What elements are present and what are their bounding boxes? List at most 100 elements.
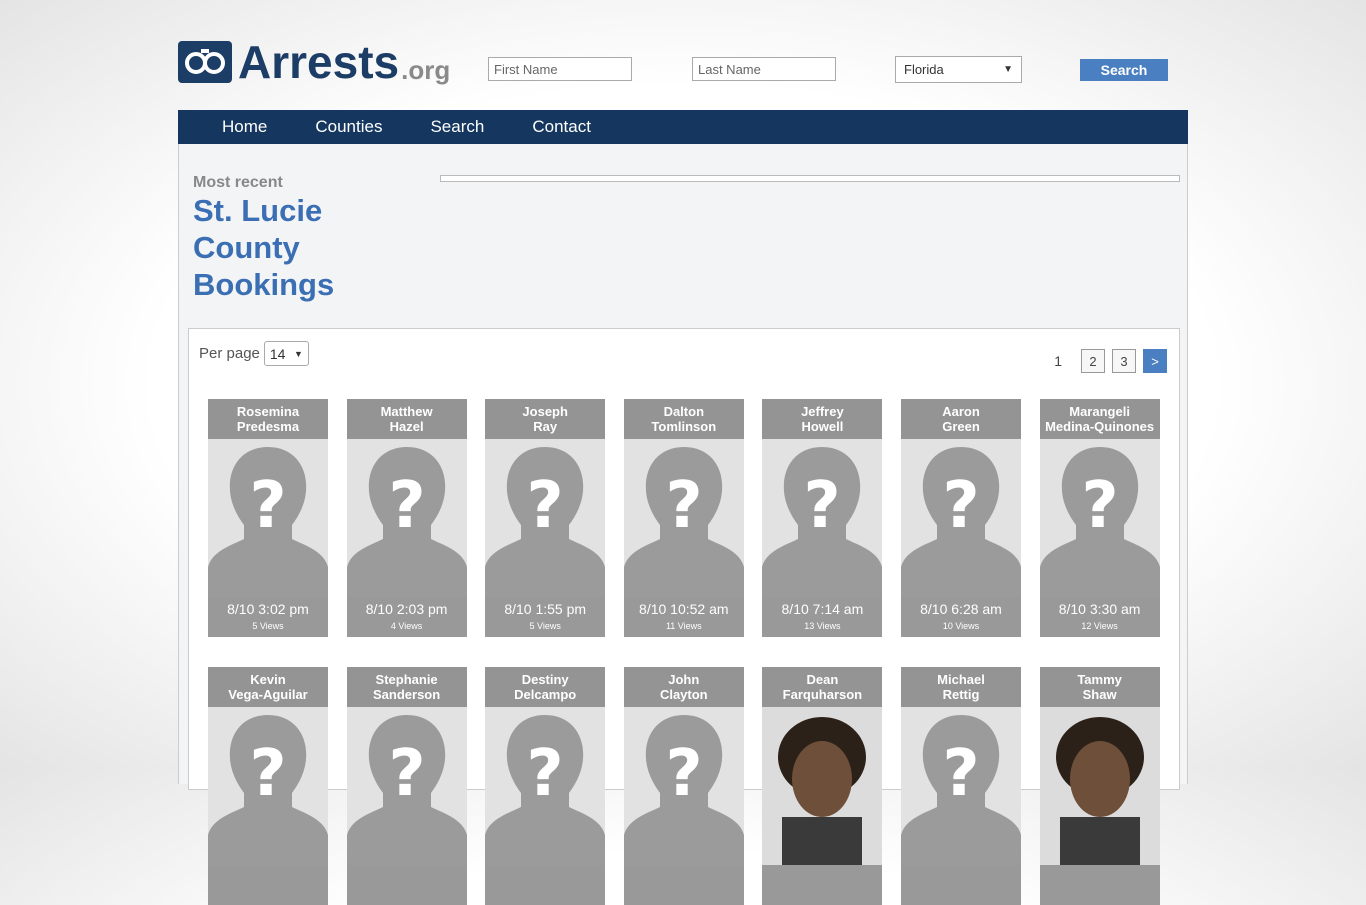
booking-card[interactable]: Aaron Green? 8/10 6:28 am 10 Views (901, 399, 1021, 637)
state-select[interactable]: Florida ▼ (895, 56, 1022, 83)
svg-text:?: ? (1081, 469, 1118, 543)
unknown-person-icon[interactable]: ? (485, 707, 606, 865)
nav-search[interactable]: Search (430, 117, 484, 137)
unknown-person-icon[interactable]: ? (346, 707, 467, 865)
booking-name[interactable]: Jeffrey Howell (762, 399, 883, 439)
booking-card[interactable]: Dean Farquharson (762, 667, 883, 905)
chevron-down-icon: ▼ (293, 348, 303, 359)
booking-first-name: Tammy (1077, 672, 1122, 687)
svg-text:?: ? (942, 737, 979, 811)
booking-card[interactable]: Destiny Delcampo? (485, 667, 606, 905)
next-page-button[interactable]: > (1143, 349, 1167, 373)
booking-time: 8/10 10:52 am (639, 601, 729, 617)
booking-last-name: Sanderson (373, 687, 441, 702)
unknown-person-icon[interactable]: ? (762, 439, 883, 597)
booking-last-name: Predesma (236, 419, 300, 434)
booking-first-name: Rosemina (236, 404, 300, 419)
unknown-person-icon[interactable]: ? (901, 707, 1021, 865)
booking-card[interactable]: Stephanie Sanderson? (346, 667, 467, 905)
svg-text:?: ? (804, 469, 841, 543)
booking-card[interactable]: Kevin Vega-Aguilar? (208, 667, 328, 905)
page-3-button[interactable]: 3 (1112, 349, 1136, 373)
booking-name[interactable]: Tammy Shaw (1039, 667, 1160, 707)
booking-card[interactable]: John Clayton? (623, 667, 744, 905)
last-name-input[interactable] (692, 57, 836, 81)
booking-card[interactable]: Dalton Tomlinson? 8/10 10:52 am 11 Views (623, 399, 744, 637)
svg-text:?: ? (527, 469, 564, 543)
booking-views: 11 Views (665, 621, 702, 631)
pagination: 1 2 3 > (1054, 349, 1167, 373)
booking-name[interactable]: Dean Farquharson (762, 667, 883, 707)
booking-time: 8/10 2:03 pm (365, 601, 448, 617)
booking-first-name: Marangeli (1069, 404, 1130, 419)
logo-text: Arrests (238, 36, 400, 88)
main-content: Most recent St. Lucie County Bookings Pe… (178, 144, 1188, 905)
booking-name[interactable]: Destiny Delcampo (485, 667, 606, 707)
unknown-person-icon[interactable]: ? (346, 439, 467, 597)
site-logo[interactable]: Arrests .org (178, 34, 450, 90)
booking-name[interactable]: Michael Rettig (901, 667, 1021, 707)
page-2-button[interactable]: 2 (1081, 349, 1105, 373)
booking-card[interactable]: Michael Rettig? (901, 667, 1021, 905)
booking-name[interactable]: Rosemina Predesma (208, 399, 328, 439)
bookings-panel: Per page 14 ▼ 1 2 3 > Rosemina Predesma? 8… (188, 328, 1180, 905)
svg-text:?: ? (665, 737, 702, 811)
booking-last-name: Clayton (659, 687, 708, 702)
unknown-person-icon[interactable]: ? (1039, 439, 1160, 597)
booking-first-name: Michael (937, 672, 985, 687)
state-select-value: Florida (904, 62, 944, 77)
booking-name[interactable]: Kevin Vega-Aguilar (208, 667, 328, 707)
booking-name[interactable]: John Clayton (623, 667, 744, 707)
first-name-input[interactable] (488, 57, 632, 81)
svg-text:?: ? (388, 737, 425, 811)
svg-text:?: ? (527, 737, 564, 811)
svg-text:?: ? (388, 469, 425, 543)
site-header: Arrests .org Florida ▼ Search (178, 30, 1188, 100)
svg-text:?: ? (249, 737, 286, 811)
booking-first-name: Stephanie (375, 672, 438, 687)
booking-time: 8/10 7:14 am (781, 601, 864, 617)
booking-name[interactable]: Dalton Tomlinson (623, 399, 744, 439)
booking-name[interactable]: Marangeli Medina-Quinones (1039, 399, 1160, 439)
booking-first-name: Jeffrey (801, 404, 844, 419)
per-page-value: 14 (269, 345, 286, 362)
booking-first-name: Destiny (521, 672, 569, 687)
booking-first-name: Dean (806, 672, 839, 687)
page-title: St. Lucie County Bookings (193, 193, 335, 302)
mugshot-photo[interactable] (762, 707, 883, 865)
main-nav: Home Counties Search Contact (178, 110, 1188, 144)
booking-card[interactable]: Matthew Hazel? 8/10 2:03 pm 4 Views (346, 399, 467, 637)
booking-card[interactable]: Marangeli Medina-Quinones? 8/10 3:30 am 12 … (1039, 399, 1160, 637)
unknown-person-icon[interactable]: ? (208, 439, 328, 597)
booking-last-name: Ray (533, 419, 558, 434)
booking-card[interactable]: Tammy Shaw (1039, 667, 1160, 905)
booking-last-name: Hazel (389, 419, 424, 434)
booking-last-name: Vega-Aguilar (228, 687, 308, 702)
unknown-person-icon[interactable]: ? (901, 439, 1021, 597)
unknown-person-icon[interactable]: ? (208, 707, 328, 865)
booking-card[interactable]: Jeffrey Howell? 8/10 7:14 am 13 Views (762, 399, 883, 637)
unknown-person-icon[interactable]: ? (623, 439, 744, 597)
unknown-person-icon[interactable]: ? (485, 439, 606, 597)
booking-time: 8/10 3:02 pm (227, 601, 309, 617)
handcuffs-logo-icon (178, 41, 232, 83)
logo-suffix: .org (401, 54, 451, 85)
unknown-person-icon[interactable]: ? (623, 707, 744, 865)
nav-counties[interactable]: Counties (315, 117, 382, 137)
booking-name[interactable]: Stephanie Sanderson (346, 667, 467, 707)
current-page: 1 (1054, 353, 1062, 369)
booking-name[interactable]: Joseph Ray (485, 399, 606, 439)
mugshot-photo[interactable] (1039, 707, 1160, 865)
booking-last-name: Tomlinson (651, 419, 717, 434)
booking-card[interactable]: Joseph Ray? 8/10 1:55 pm 5 Views (485, 399, 606, 637)
booking-name[interactable]: Matthew Hazel (346, 399, 467, 439)
booking-name[interactable]: Aaron Green (901, 399, 1021, 439)
booking-first-name: Aaron (942, 404, 980, 419)
booking-time: 8/10 1:55 pm (504, 601, 587, 617)
per-page-select[interactable]: 14 ▼ (263, 341, 309, 366)
nav-home[interactable]: Home (222, 117, 267, 137)
booking-views: 12 Views (1081, 621, 1118, 631)
nav-contact[interactable]: Contact (532, 117, 591, 137)
booking-card[interactable]: Rosemina Predesma? 8/10 3:02 pm 5 Views (208, 399, 328, 637)
search-button[interactable]: Search (1080, 59, 1168, 81)
